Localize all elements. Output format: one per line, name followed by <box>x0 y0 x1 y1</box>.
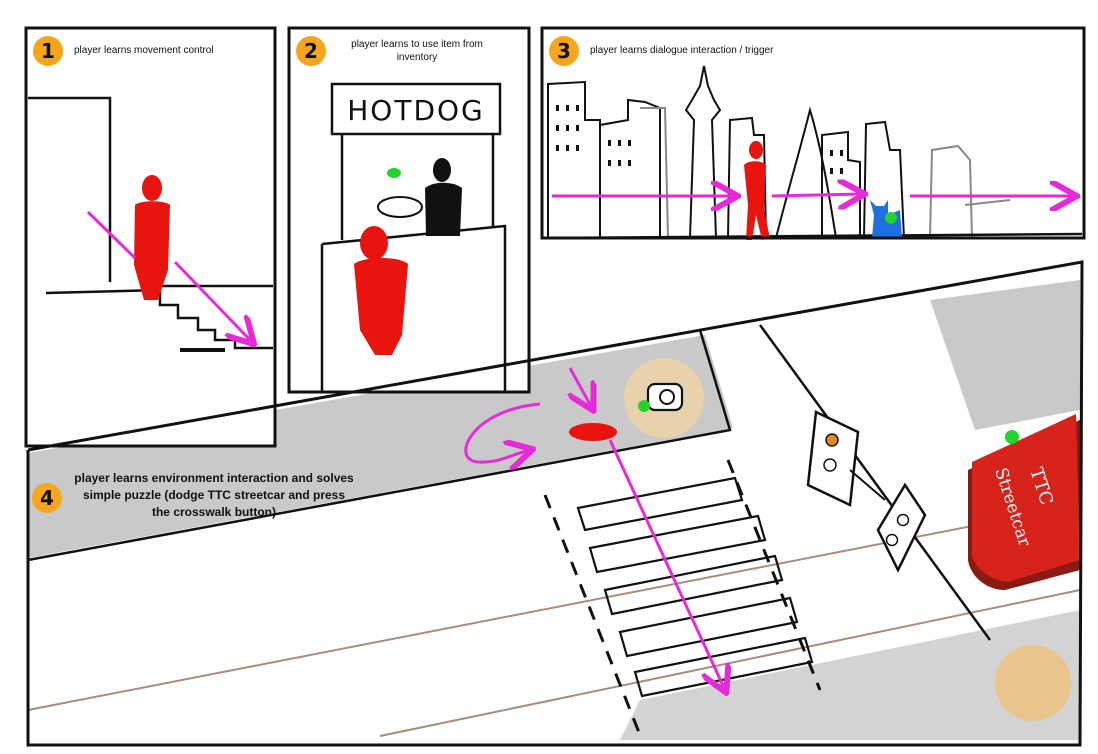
crosswalk-button[interactable] <box>646 382 684 412</box>
panel-caption: player learns movement control <box>74 45 214 56</box>
interactable-marker <box>387 168 401 178</box>
crosswalk-edge <box>726 459 822 691</box>
panel-1 <box>24 26 277 448</box>
traffic-signal <box>806 410 886 507</box>
panel-2: HOTDOG <box>287 26 531 394</box>
glow-circle <box>995 645 1071 721</box>
panel-number-badge: 4 <box>32 483 62 513</box>
arrow <box>771 194 862 196</box>
storyboard: HOTDOG TTC Streetcar 1 2 3 4 player lear… <box>0 0 1098 754</box>
interactable-marker <box>638 400 650 412</box>
panel-caption: player learns dialogue interaction / tri… <box>590 45 774 56</box>
panel-caption: player learns environment interaction an… <box>74 471 354 519</box>
hotdog-item <box>377 196 423 218</box>
panel-3 <box>540 26 1086 240</box>
panel-number-badge: 1 <box>33 36 63 66</box>
panel-number-badge: 3 <box>549 36 579 66</box>
building-block <box>930 280 1080 430</box>
hotdog-sign-text: HOTDOG <box>347 94 485 127</box>
player-topdown <box>569 423 617 441</box>
interactable-marker <box>885 212 897 224</box>
arrow <box>608 439 725 690</box>
panel-caption: player learns to use item from inventory <box>351 39 483 63</box>
streetcar <box>968 414 1080 590</box>
interactable-marker <box>1005 430 1019 444</box>
panel-number-badge: 2 <box>296 36 326 66</box>
